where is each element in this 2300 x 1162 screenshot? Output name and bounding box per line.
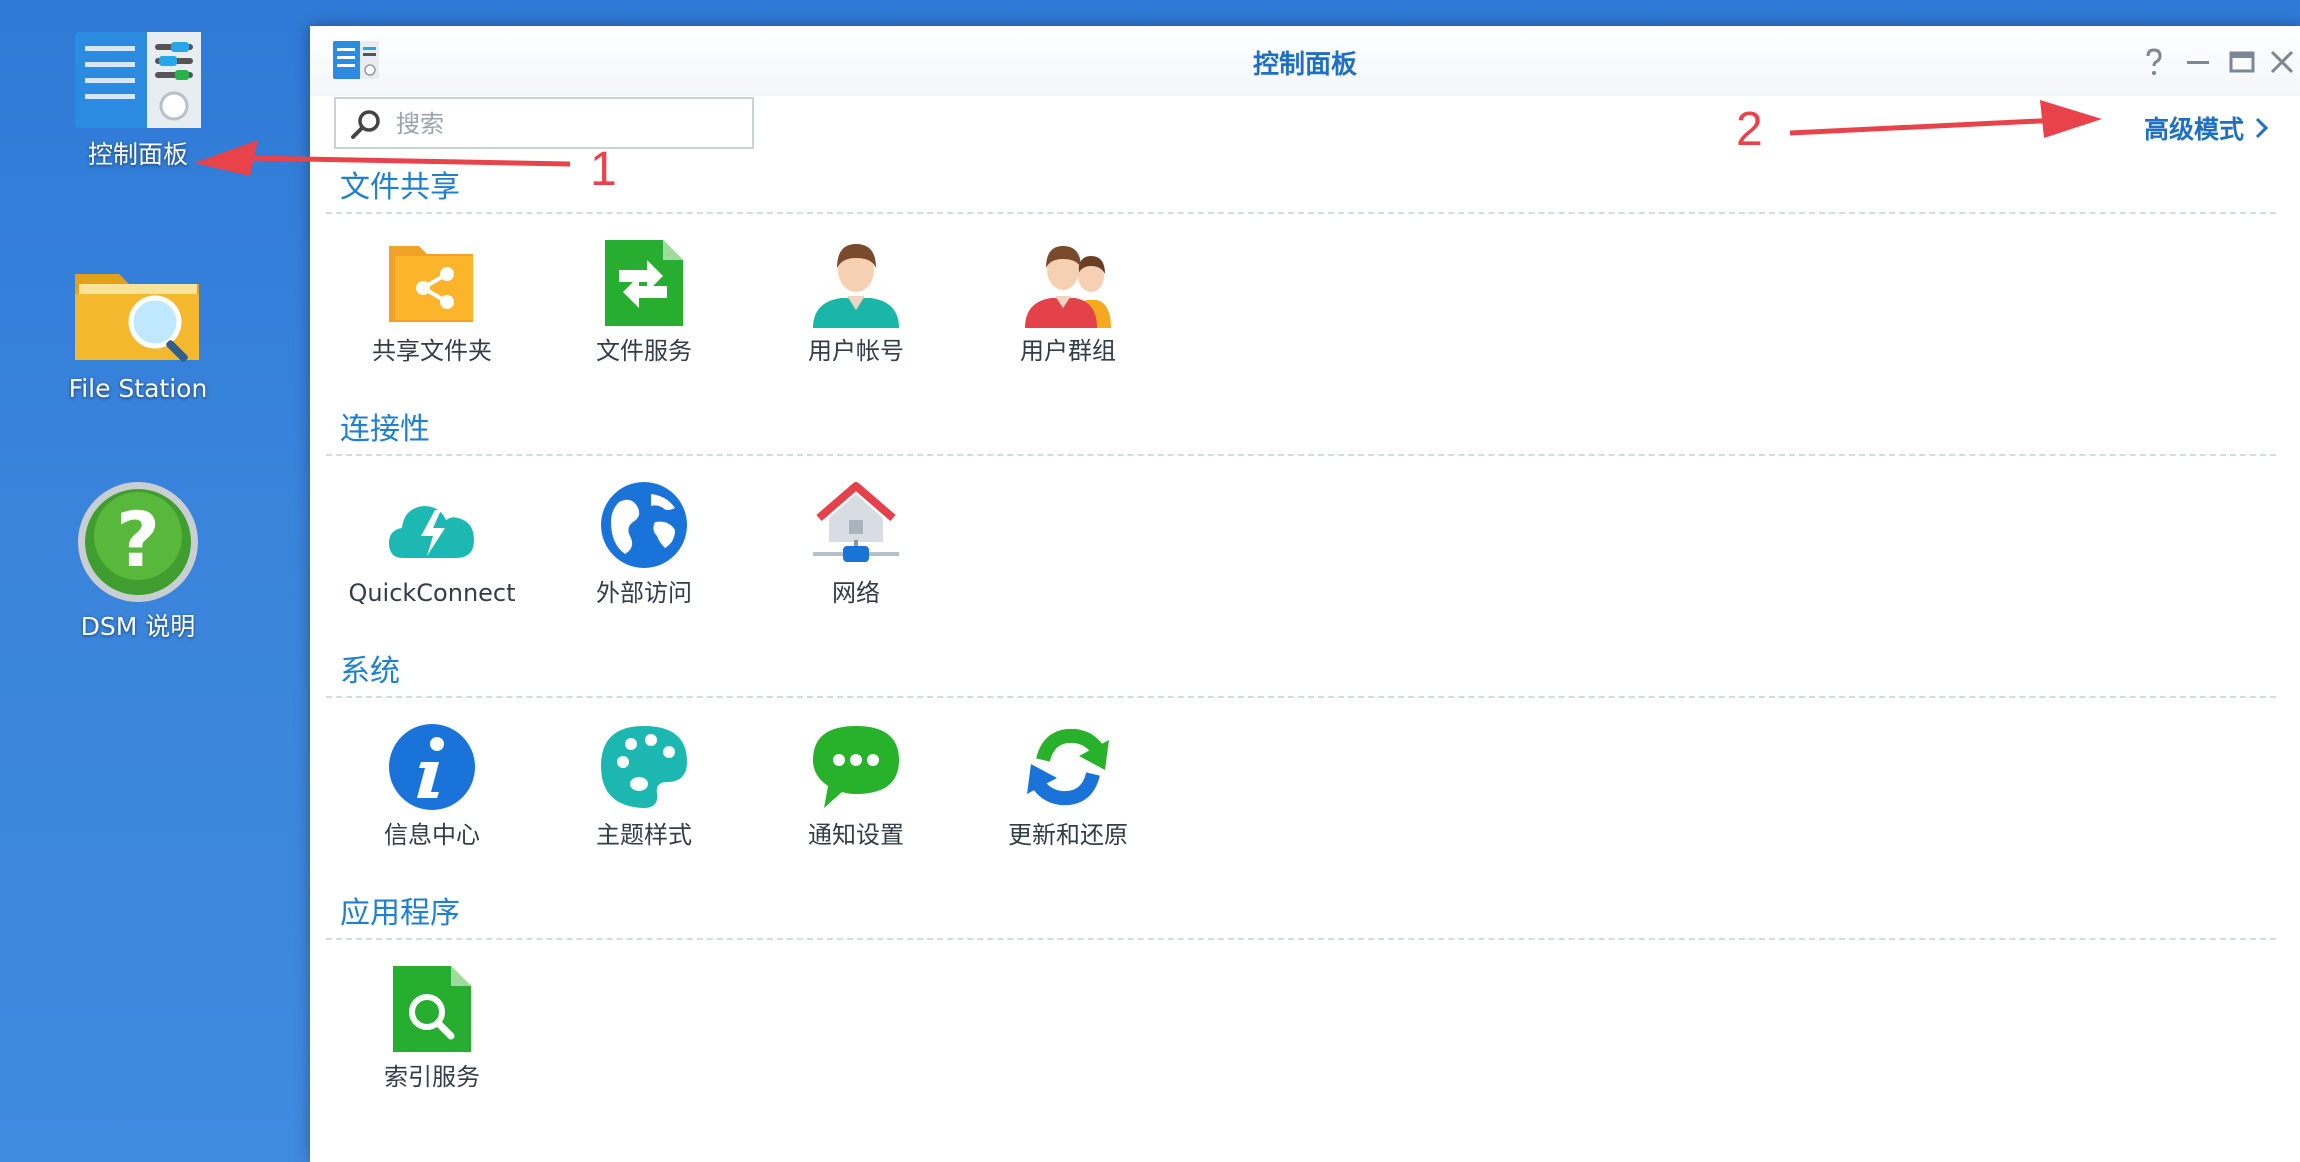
section-divider [326, 454, 2276, 456]
section-divider [326, 696, 2276, 698]
chat-bubble-icon [813, 726, 899, 808]
item-label: 索引服务 [384, 1063, 480, 1091]
annotation-label-1: 1 [590, 143, 617, 196]
search-box[interactable] [334, 97, 754, 149]
help-icon: ? [78, 482, 198, 602]
item-label: 通知设置 [808, 821, 904, 849]
desktop-icon-dsm-help[interactable]: ? DSM 说明 [38, 480, 238, 642]
section-applications: 应用程序 索引服务 [326, 894, 2276, 1092]
refresh-icon [1027, 728, 1109, 806]
section-system: 系统 信息中心 主题样式 通知设置 更新和还原 [326, 652, 2276, 850]
network-house-icon [813, 482, 899, 562]
item-shared-folder[interactable]: 共享文件夹 [326, 238, 538, 366]
shared-folder-icon [389, 246, 473, 322]
annotation-label-2: 2 [1736, 103, 1763, 156]
minimize-icon [2187, 61, 2209, 64]
item-update-restore[interactable]: 更新和还原 [962, 722, 1174, 850]
desktop-icon-label: 控制面板 [87, 140, 188, 169]
quickconnect-icon [389, 506, 474, 558]
desktop-icon-control-panel[interactable]: 控制面板 [38, 28, 238, 170]
advanced-mode-link[interactable]: 高级模式 [2144, 110, 2270, 146]
user-group-icon [1025, 246, 1111, 328]
item-label: 主题样式 [596, 821, 692, 849]
minimize-button[interactable] [2180, 44, 2216, 80]
item-user-account[interactable]: 用户帐号 [750, 238, 962, 366]
item-external-access[interactable]: 外部访问 [538, 480, 750, 608]
svg-text:?: ? [116, 495, 160, 584]
item-user-group[interactable]: 用户群组 [962, 238, 1174, 366]
section-divider [326, 938, 2276, 940]
item-label: 信息中心 [384, 821, 480, 849]
close-icon [2270, 50, 2294, 74]
item-label: 共享文件夹 [372, 337, 492, 365]
palette-icon [601, 726, 687, 808]
search-icon [351, 110, 380, 139]
section-title: 文件共享 [340, 170, 460, 205]
item-label: 更新和还原 [1008, 821, 1128, 849]
index-search-icon [393, 966, 471, 1052]
item-network[interactable]: 网络 [750, 480, 962, 608]
user-icon [813, 244, 899, 328]
desktop-icon-label: File Station [68, 374, 208, 403]
item-file-services[interactable]: 文件服务 [538, 238, 750, 366]
item-quickconnect[interactable]: QuickConnect [326, 480, 538, 608]
item-label: 用户群组 [1020, 337, 1116, 365]
title-bar[interactable]: 控制面板 [310, 26, 2300, 96]
desktop-icon-label: DSM 说明 [80, 612, 196, 641]
item-label: 文件服务 [596, 337, 692, 365]
section-connectivity: 连接性 QuickConnect 外部访问 网络 [326, 410, 2276, 608]
item-label: 外部访问 [596, 579, 692, 607]
section-divider [326, 212, 2276, 214]
section-title: 连接性 [340, 412, 430, 447]
maximize-icon [2229, 51, 2255, 73]
item-indexing-service[interactable]: 索引服务 [326, 964, 538, 1092]
item-label: 用户帐号 [808, 337, 904, 365]
help-icon [2146, 48, 2162, 75]
advanced-mode-label: 高级模式 [2143, 115, 2244, 144]
section-title: 系统 [340, 654, 400, 689]
item-theme[interactable]: 主题样式 [538, 722, 750, 850]
section-file-sharing: 文件共享 共享文件夹 文件服务 用户帐号 用户群组 [326, 168, 2276, 366]
item-info-center[interactable]: 信息中心 [326, 722, 538, 850]
desktop-icon-file-station[interactable]: File Station [38, 258, 238, 404]
search-input[interactable] [394, 99, 738, 149]
maximize-button[interactable] [2224, 44, 2260, 80]
section-title: 应用程序 [340, 896, 460, 931]
item-notification[interactable]: 通知设置 [750, 722, 962, 850]
file-services-icon [605, 240, 683, 326]
folder-search-icon [75, 274, 199, 362]
item-label: QuickConnect [348, 579, 516, 607]
item-label: 网络 [832, 579, 880, 607]
close-button[interactable] [2264, 44, 2300, 80]
window-title: 控制面板 [1252, 50, 1357, 80]
help-button[interactable] [2136, 44, 2172, 80]
globe-icon [601, 482, 687, 568]
control-panel-icon [75, 32, 201, 128]
chevron-right-icon [2255, 117, 2269, 139]
info-icon [389, 724, 475, 810]
